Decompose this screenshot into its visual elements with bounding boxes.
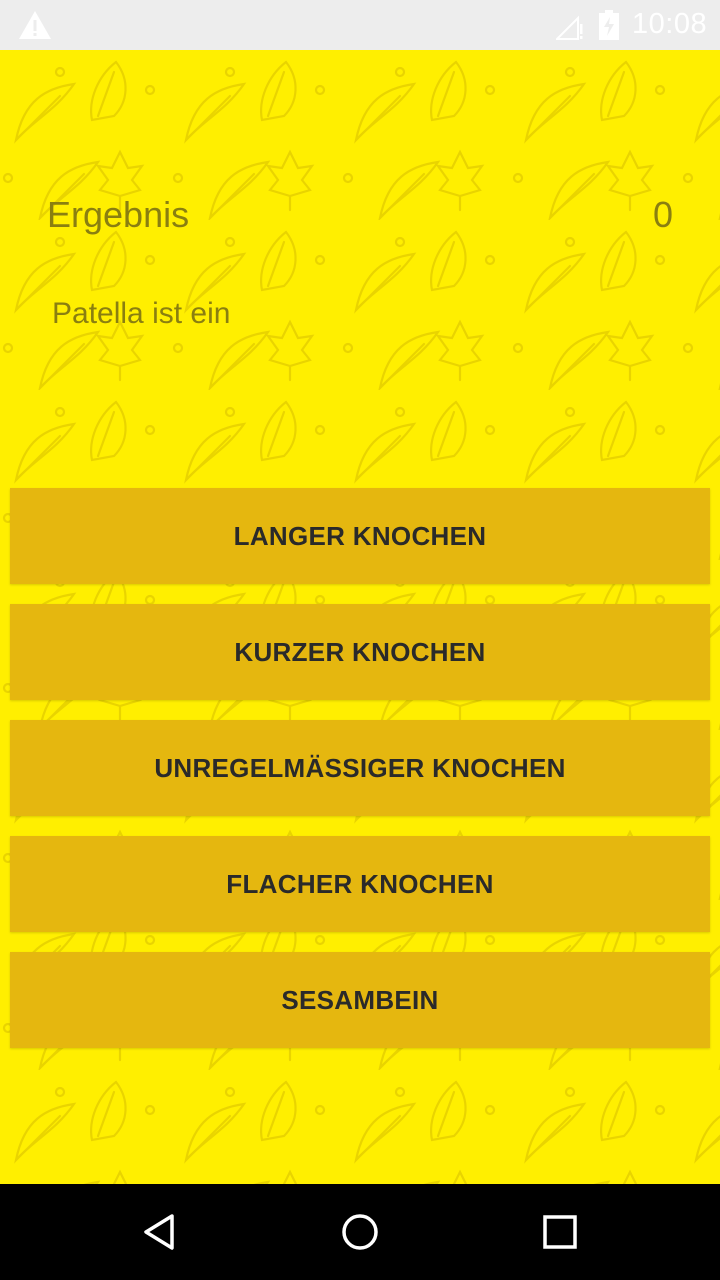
home-icon[interactable] (340, 1212, 380, 1252)
question-text: Patella ist ein (52, 297, 231, 330)
answer-button-unregelmaessiger-knochen[interactable]: UNREGELMÄSSIGER KNOCHEN (10, 720, 710, 816)
answer-button-langer-knochen[interactable]: LANGER KNOCHEN (10, 488, 710, 584)
status-bar: 10:08 (0, 0, 720, 50)
answer-button-flacher-knochen[interactable]: FLACHER KNOCHEN (10, 836, 710, 932)
answer-button-sesambein[interactable]: SESAMBEIN (10, 952, 710, 1048)
battery-charging-icon (599, 10, 619, 40)
warning-icon (19, 11, 51, 39)
result-label: Ergebnis (47, 194, 190, 235)
recents-icon[interactable] (540, 1212, 580, 1252)
signal-icon (556, 15, 583, 40)
navigation-bar (0, 1184, 720, 1280)
answer-button-kurzer-knochen[interactable]: KURZER KNOCHEN (10, 604, 710, 700)
result-score: 0 (652, 194, 673, 235)
back-icon[interactable] (140, 1212, 180, 1252)
status-time: 10:08 (632, 8, 708, 40)
